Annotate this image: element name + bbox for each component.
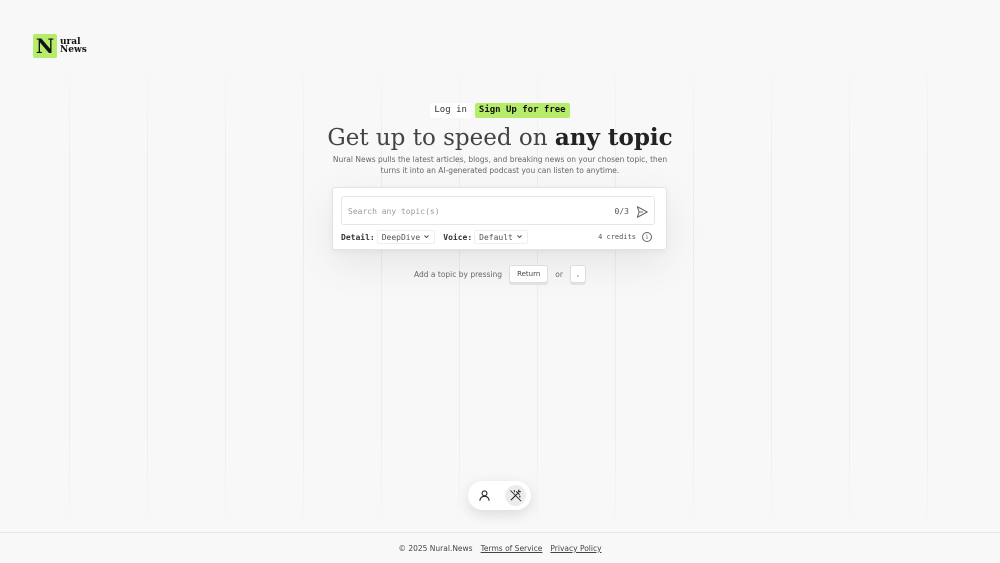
info-icon[interactable]: i: [642, 232, 652, 242]
credits-count: 4 credits: [598, 233, 636, 241]
footer: © 2025 Nural.News Terms of Service Priva…: [0, 532, 1000, 563]
signup-button[interactable]: Sign Up for free: [474, 103, 570, 118]
privacy-link[interactable]: Privacy Policy: [550, 544, 601, 553]
search-box: 0/3: [341, 196, 655, 225]
copyright: © 2025 Nural.News: [398, 543, 473, 553]
comma-key: ,: [569, 265, 586, 283]
voice-label: Voice:: [443, 232, 473, 242]
voice-select[interactable]: Default: [474, 230, 528, 244]
bottom-toolbar: [468, 481, 531, 510]
login-button[interactable]: Log in: [430, 103, 471, 118]
search-card: 0/3 Detail: DeepDive Voice: Default: [332, 187, 667, 250]
chevron-down-icon: [516, 233, 523, 242]
logo-line-2: News: [60, 45, 87, 55]
voice-value: Default: [479, 232, 513, 242]
detail-label: Detail:: [341, 232, 375, 242]
add-topic-hint: Add a topic by pressing Return or ,: [0, 265, 1000, 283]
headline-prefix: Get up to speed on: [327, 125, 555, 151]
return-key: Return: [509, 265, 549, 283]
logo-mark: N: [33, 34, 57, 58]
credits-display: 4 credits i: [598, 232, 655, 242]
hint-text: Add a topic by pressing: [414, 269, 503, 279]
topic-counter: 0/3: [614, 207, 629, 216]
page: N ural News Log in Sign Up for free Get …: [0, 0, 1000, 563]
magic-wand-icon[interactable]: [504, 485, 526, 506]
hint-or: or: [555, 269, 563, 279]
user-icon[interactable]: [474, 485, 495, 506]
send-arrow-icon[interactable]: [635, 204, 649, 218]
search-input[interactable]: [346, 203, 606, 220]
terms-link[interactable]: Terms of Service: [481, 544, 543, 553]
podcast-controls: Detail: DeepDive Voice: Default 4 credit…: [341, 230, 655, 244]
detail-select[interactable]: DeepDive: [376, 230, 436, 244]
detail-value: DeepDive: [381, 232, 421, 242]
logo-wordmark: ural News: [60, 38, 87, 55]
page-title: Get up to speed on any topic: [0, 122, 1000, 154]
chevron-down-icon: [423, 233, 430, 242]
auth-buttons: Log in Sign Up for free: [0, 103, 1000, 118]
headline-emphasis: any topic: [554, 124, 673, 151]
page-subtitle: Nural News pulls the latest articles, bl…: [332, 155, 668, 175]
logo[interactable]: N ural News: [33, 34, 87, 58]
